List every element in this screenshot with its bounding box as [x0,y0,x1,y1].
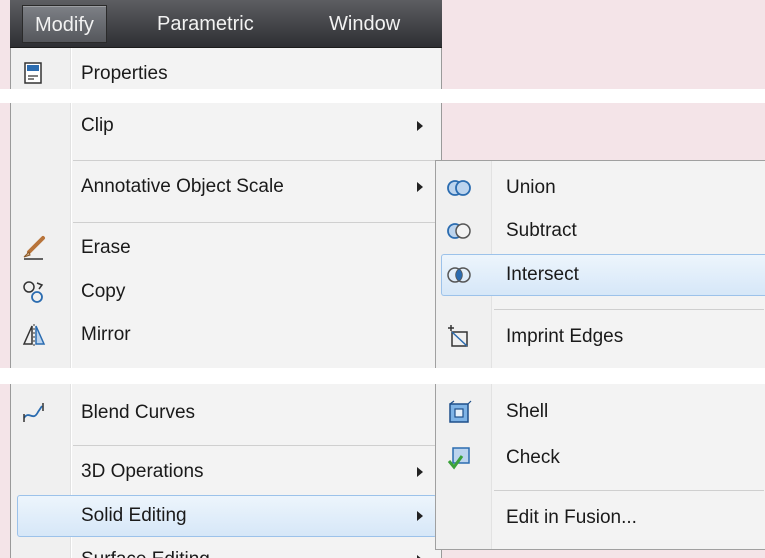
copy-icon [21,279,47,305]
erase-icon [21,235,47,261]
intersect-icon [446,262,472,288]
submenu-separator [494,490,764,491]
shell-icon [446,399,472,425]
check-icon [446,445,472,471]
submenu-item-label: Subtract [506,220,577,241]
submenu-item-union[interactable]: Union [436,168,765,208]
menu-item-clip[interactable]: Clip [11,106,441,146]
menu-item-annotative-object-scale[interactable]: Annotative Object Scale [11,167,441,207]
menu-item-solid-editing[interactable]: Solid Editing [11,496,441,536]
menu-item-surface-editing[interactable]: Surface Editing [11,540,441,558]
submenu-arrow-icon [417,511,423,521]
menu-item-label: Solid Editing [81,505,187,526]
menu-item-label: Blend Curves [81,402,196,423]
modify-dropdown-menu: Properties Clip Annotative Object Scale … [10,48,442,558]
menu-item-label: Copy [81,281,126,302]
menu-bar: Modify Parametric Window [10,0,442,48]
menu-separator [73,222,439,223]
solid-editing-submenu: Union Subtract Intersect Imprint Edges S… [435,160,765,550]
screenshot-gap-strip [0,368,765,384]
menu-separator [73,445,439,446]
submenu-item-label: Imprint Edges [506,326,624,347]
submenu-item-shell[interactable]: Shell [436,392,765,432]
menu-item-mirror[interactable]: Mirror [11,315,441,355]
submenu-item-intersect[interactable]: Intersect [436,255,765,295]
submenu-item-subtract[interactable]: Subtract [436,211,765,251]
submenu-item-label: Check [506,447,560,468]
menu-item-erase[interactable]: Erase [11,228,441,268]
menu-item-properties[interactable]: Properties [11,54,441,94]
submenu-item-edit-in-fusion[interactable]: Edit in Fusion... [436,498,765,538]
menu-item-label: Clip [81,115,114,136]
menu-item-label: Properties [81,63,168,84]
menu-parametric[interactable]: Parametric [147,5,264,43]
menu-window[interactable]: Window [319,5,410,43]
menu-item-3d-operations[interactable]: 3D Operations [11,452,441,492]
submenu-arrow-icon [417,121,423,131]
subtract-icon [446,218,472,244]
submenu-separator [494,309,764,310]
imprint-edges-icon [446,324,472,350]
submenu-arrow-icon [417,182,423,192]
submenu-item-label: Union [506,177,556,198]
submenu-item-imprint-edges[interactable]: Imprint Edges [436,317,765,357]
screenshot-gap-strip [0,89,765,103]
menu-modify[interactable]: Modify [22,5,107,43]
mirror-icon [21,322,47,348]
properties-icon [21,61,47,87]
menu-item-copy[interactable]: Copy [11,272,441,312]
menu-separator [73,160,439,161]
menu-item-label: Annotative Object Scale [81,176,284,197]
submenu-item-label: Shell [506,401,549,422]
menu-item-blend-curves[interactable]: Blend Curves [11,393,441,433]
blend-curves-icon [21,400,47,426]
submenu-item-check[interactable]: Check [436,438,765,478]
submenu-item-label: Intersect [506,264,579,285]
submenu-arrow-icon [417,467,423,477]
menu-item-label: 3D Operations [81,461,204,482]
submenu-item-label: Edit in Fusion... [506,507,637,528]
menu-item-label: Mirror [81,324,131,345]
menu-item-label: Erase [81,237,131,258]
union-icon [446,175,472,201]
menu-item-label: Surface Editing [81,540,210,558]
